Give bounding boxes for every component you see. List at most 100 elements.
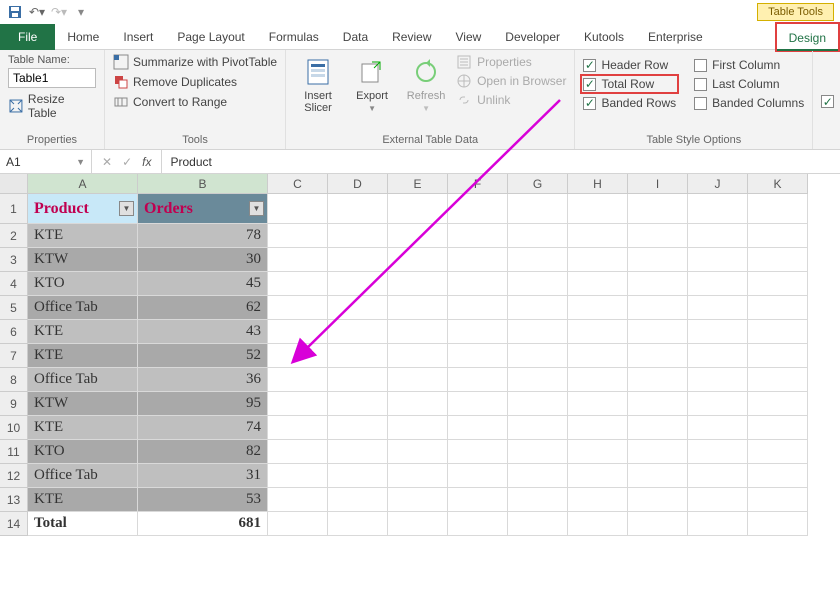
cell[interactable]	[748, 440, 808, 464]
cell[interactable]	[688, 224, 748, 248]
cell[interactable]	[508, 464, 568, 488]
filter-dropdown-icon[interactable]: ▼	[119, 201, 134, 216]
fx-icon[interactable]: fx	[142, 155, 151, 169]
cell[interactable]: Office Tab	[28, 368, 138, 392]
cell[interactable]	[448, 512, 508, 536]
cell[interactable]	[628, 488, 688, 512]
insert-slicer-button[interactable]: Insert Slicer	[294, 54, 342, 114]
cell[interactable]	[628, 224, 688, 248]
row-header[interactable]: 5	[0, 296, 28, 320]
column-header[interactable]: I	[628, 174, 688, 194]
column-header[interactable]: C	[268, 174, 328, 194]
cell[interactable]: Office Tab	[28, 464, 138, 488]
tab-view[interactable]: View	[444, 24, 494, 50]
row-header[interactable]: 2	[0, 224, 28, 248]
cell[interactable]	[268, 344, 328, 368]
cell[interactable]	[448, 416, 508, 440]
filter-dropdown-icon[interactable]: ▼	[249, 201, 264, 216]
cell[interactable]: Office Tab	[28, 296, 138, 320]
cell[interactable]	[688, 488, 748, 512]
cell[interactable]	[568, 512, 628, 536]
cell[interactable]	[628, 392, 688, 416]
cell[interactable]	[628, 320, 688, 344]
cell[interactable]	[688, 512, 748, 536]
row-header[interactable]: 10	[0, 416, 28, 440]
cell[interactable]	[688, 392, 748, 416]
cell[interactable]	[328, 392, 388, 416]
column-header[interactable]: J	[688, 174, 748, 194]
cell[interactable]	[748, 194, 808, 224]
cell[interactable]	[628, 272, 688, 296]
row-header[interactable]: 12	[0, 464, 28, 488]
cell[interactable]	[748, 296, 808, 320]
last-column-checkbox[interactable]: Last Column	[694, 77, 804, 91]
cell[interactable]: KTW	[28, 248, 138, 272]
banded-columns-checkbox[interactable]: Banded Columns	[694, 96, 804, 110]
cell[interactable]	[448, 320, 508, 344]
cell[interactable]	[388, 194, 448, 224]
cell[interactable]: KTE	[28, 416, 138, 440]
redo-icon[interactable]: ↷▾	[50, 3, 68, 21]
cell[interactable]	[328, 272, 388, 296]
cell[interactable]	[508, 416, 568, 440]
select-all-corner[interactable]	[0, 174, 28, 194]
cell[interactable]	[568, 464, 628, 488]
cell[interactable]	[628, 344, 688, 368]
resize-table-button[interactable]: Resize Table	[8, 90, 96, 122]
cell[interactable]	[448, 344, 508, 368]
cell[interactable]	[748, 272, 808, 296]
cell[interactable]: Product▼	[28, 194, 138, 224]
cell[interactable]	[628, 440, 688, 464]
convert-to-range-button[interactable]: Convert to Range	[113, 94, 277, 110]
cell[interactable]: KTE	[28, 488, 138, 512]
row-header[interactable]: 13	[0, 488, 28, 512]
cell[interactable]	[688, 194, 748, 224]
cell[interactable]	[748, 344, 808, 368]
cell[interactable]	[268, 224, 328, 248]
cell[interactable]	[628, 194, 688, 224]
cell[interactable]: KTW	[28, 392, 138, 416]
remove-duplicates-button[interactable]: Remove Duplicates	[113, 74, 277, 90]
cell[interactable]	[388, 464, 448, 488]
cell[interactable]	[328, 464, 388, 488]
undo-icon[interactable]: ↶▾	[28, 3, 46, 21]
cell[interactable]	[268, 320, 328, 344]
cell[interactable]	[328, 512, 388, 536]
cell[interactable]	[328, 344, 388, 368]
cell[interactable]: 30	[138, 248, 268, 272]
cell[interactable]	[448, 440, 508, 464]
cell[interactable]	[268, 416, 328, 440]
cell[interactable]: 43	[138, 320, 268, 344]
first-column-checkbox[interactable]: First Column	[694, 58, 804, 72]
cell[interactable]	[688, 248, 748, 272]
cell[interactable]	[388, 344, 448, 368]
cell[interactable]	[448, 464, 508, 488]
row-header[interactable]: 3	[0, 248, 28, 272]
cell[interactable]	[688, 440, 748, 464]
cell[interactable]	[388, 224, 448, 248]
cell[interactable]: KTO	[28, 272, 138, 296]
cell[interactable]	[328, 248, 388, 272]
table-name-input[interactable]	[8, 68, 96, 88]
cell[interactable]	[508, 368, 568, 392]
tab-data[interactable]: Data	[331, 24, 380, 50]
cell[interactable]	[748, 392, 808, 416]
cell[interactable]: 31	[138, 464, 268, 488]
enter-icon[interactable]: ✓	[122, 155, 132, 169]
row-header[interactable]: 1	[0, 194, 28, 224]
column-header[interactable]: K	[748, 174, 808, 194]
cell[interactable]	[448, 488, 508, 512]
cell[interactable]	[748, 464, 808, 488]
cell[interactable]	[688, 368, 748, 392]
cell[interactable]	[568, 224, 628, 248]
column-header[interactable]: G	[508, 174, 568, 194]
cell[interactable]	[508, 194, 568, 224]
cell[interactable]: 82	[138, 440, 268, 464]
cell[interactable]: 45	[138, 272, 268, 296]
tab-review[interactable]: Review	[380, 24, 443, 50]
cell[interactable]	[568, 194, 628, 224]
cell[interactable]	[688, 320, 748, 344]
name-box[interactable]: A1▼	[0, 150, 92, 173]
formula-input[interactable]: Product	[162, 155, 219, 169]
cell[interactable]	[748, 224, 808, 248]
